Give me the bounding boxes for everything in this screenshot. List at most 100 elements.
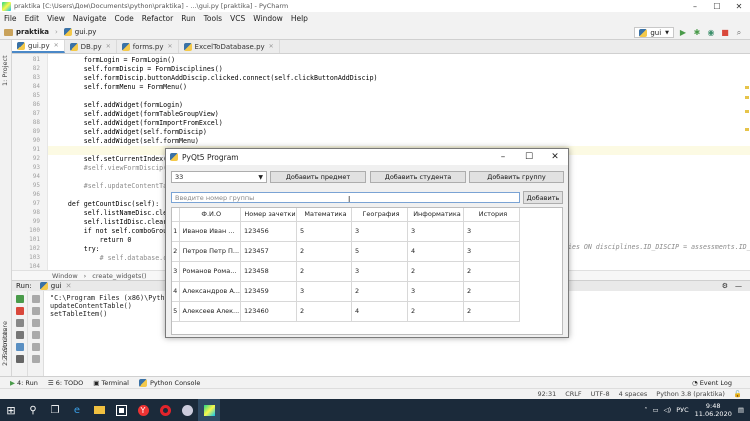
table-cell[interactable]: 5	[296, 221, 352, 242]
menu-file[interactable]: File	[4, 14, 17, 23]
gear-icon[interactable]: ⚙	[722, 282, 728, 290]
minimize-icon[interactable]: –	[684, 0, 706, 12]
menu-navigate[interactable]: Navigate	[73, 14, 107, 23]
table-cell[interactable]: 3	[407, 221, 464, 242]
breadcrumb-file[interactable]: gui.py	[63, 28, 96, 36]
row-number[interactable]: 2	[172, 241, 180, 262]
steam-icon[interactable]	[176, 399, 198, 421]
wrap-icon[interactable]	[31, 319, 40, 327]
debug-icon[interactable]: ✱	[692, 28, 702, 38]
table-cell[interactable]: 3	[351, 221, 408, 242]
table-row[interactable]: 1 Иванов Иван ... 123456 5 3 3 3	[172, 221, 520, 242]
breadcrumb-class[interactable]: Window	[52, 272, 78, 280]
language-indicator[interactable]: РУС	[676, 406, 688, 414]
close-tab-icon[interactable]: ✕	[269, 43, 274, 50]
add-student-button[interactable]: Добавить студента	[370, 171, 466, 183]
table-cell[interactable]: 3	[463, 221, 520, 242]
caret-position[interactable]: 92:31	[538, 390, 557, 398]
windows-start-icon[interactable]: ⊞	[0, 399, 22, 421]
store-icon[interactable]	[110, 399, 132, 421]
run-tool-button[interactable]: ▶ 4: Run	[10, 379, 38, 387]
python-console-tool-button[interactable]: Python Console	[138, 378, 200, 387]
table-cell[interactable]: 4	[407, 241, 464, 262]
column-header[interactable]: Номер зачетки	[240, 208, 297, 222]
table-row[interactable]: 4 Александров А... 123459 3 2 3 2	[172, 281, 520, 302]
table-cell[interactable]: Алексеев Алек...	[179, 301, 241, 322]
opera-icon[interactable]	[154, 399, 176, 421]
print-icon[interactable]	[31, 343, 40, 351]
close-icon[interactable]: ✕	[728, 0, 750, 12]
group-number-input[interactable]: Введите номер группы	[171, 192, 520, 203]
menu-code[interactable]: Code	[115, 14, 134, 23]
table-cell[interactable]: 3	[407, 281, 464, 302]
table-cell[interactable]: 2	[296, 261, 352, 282]
clock[interactable]: 9:48 11.06.2020	[695, 402, 732, 418]
group-select[interactable]: 33 ▼	[171, 171, 267, 183]
tab-forms-py[interactable]: forms.py ✕	[117, 40, 179, 53]
table-cell[interactable]: 2	[296, 301, 352, 322]
network-icon[interactable]: ▭	[653, 406, 659, 414]
table-cell[interactable]: Петров Петр П...	[179, 241, 241, 262]
file-explorer-icon[interactable]	[88, 399, 110, 421]
table-cell[interactable]: 3	[296, 281, 352, 302]
stop-icon[interactable]: ■	[720, 28, 730, 38]
table-cell[interactable]: 4	[351, 301, 408, 322]
table-cell[interactable]: 123458	[240, 261, 297, 282]
column-header[interactable]: География	[351, 208, 408, 222]
pin-icon[interactable]	[15, 343, 24, 351]
line-separator[interactable]: CRLF	[565, 390, 581, 398]
settings-icon[interactable]	[15, 331, 24, 339]
layout-icon[interactable]	[15, 355, 24, 363]
file-encoding[interactable]: UTF-8	[591, 390, 610, 398]
pycharm-taskbar-icon[interactable]	[198, 399, 220, 421]
table-cell[interactable]: 2	[296, 241, 352, 262]
task-view-icon[interactable]: ❐	[44, 399, 66, 421]
tab-db-py[interactable]: DB.py ✕	[65, 40, 117, 53]
close-tab-icon[interactable]: ✕	[106, 43, 111, 50]
menu-vcs[interactable]: VCS	[230, 14, 245, 23]
maximize-icon[interactable]: ☐	[706, 0, 728, 12]
menu-tools[interactable]: Tools	[204, 14, 222, 23]
table-cell[interactable]: Иванов Иван ...	[179, 221, 241, 242]
error-stripe[interactable]	[745, 58, 749, 258]
add-button[interactable]: Добавить	[523, 191, 563, 204]
todo-tool-button[interactable]: ☰ 6: TODO	[48, 379, 83, 387]
row-number[interactable]: 3	[172, 261, 180, 282]
trash-icon[interactable]	[31, 355, 40, 363]
hide-panel-icon[interactable]: —	[735, 282, 742, 290]
row-number[interactable]: 1	[172, 221, 180, 242]
rerun-icon[interactable]	[15, 295, 24, 303]
add-subject-button[interactable]: Добавить предмет	[270, 171, 366, 183]
close-icon[interactable]: ✕	[542, 149, 568, 165]
table-cell[interactable]: 123460	[240, 301, 297, 322]
project-tool-tab[interactable]: 1: Project	[1, 55, 9, 86]
event-log-button[interactable]: ◔ Event Log	[692, 379, 732, 387]
menu-help[interactable]: Help	[291, 14, 308, 23]
favorites-tool-tab[interactable]: 2: Favorites	[1, 328, 9, 366]
table-row[interactable]: 3 Романов Рома... 123458 2 3 2 2	[172, 261, 520, 282]
up-arrow-icon[interactable]	[31, 295, 40, 303]
search-icon[interactable]: ⚲	[22, 399, 44, 421]
interpreter[interactable]: Python 3.8 (praktika)	[656, 390, 725, 398]
menu-window[interactable]: Window	[253, 14, 283, 23]
coverage-icon[interactable]: ◉	[706, 28, 716, 38]
close-tab-icon[interactable]: ✕	[54, 42, 59, 49]
run-configuration-select[interactable]: gui ▼	[634, 27, 674, 38]
maximize-icon[interactable]: ☐	[516, 149, 542, 165]
breadcrumb-method[interactable]: create_widgets()	[92, 272, 146, 280]
row-number[interactable]: 5	[172, 301, 180, 322]
indent-setting[interactable]: 4 spaces	[619, 390, 648, 398]
scroll-end-icon[interactable]	[31, 331, 40, 339]
students-table[interactable]: Ф.И.О Номер зачетки Математика География…	[171, 207, 563, 335]
terminal-tool-button[interactable]: ▣ Terminal	[93, 379, 129, 387]
menu-run[interactable]: Run	[181, 14, 195, 23]
breadcrumb-project[interactable]: praktika	[4, 28, 49, 36]
table-cell[interactable]: 5	[351, 241, 408, 262]
table-cell[interactable]: 2	[463, 301, 520, 322]
table-cell[interactable]: Александров А...	[179, 281, 241, 302]
column-header[interactable]: История	[463, 208, 520, 222]
table-cell[interactable]: 3	[463, 241, 520, 262]
tab-exceltodatabase-py[interactable]: ExcelToDatabase.py ✕	[179, 40, 280, 53]
row-number[interactable]: 4	[172, 281, 180, 302]
run-icon[interactable]: ▶	[678, 28, 688, 38]
